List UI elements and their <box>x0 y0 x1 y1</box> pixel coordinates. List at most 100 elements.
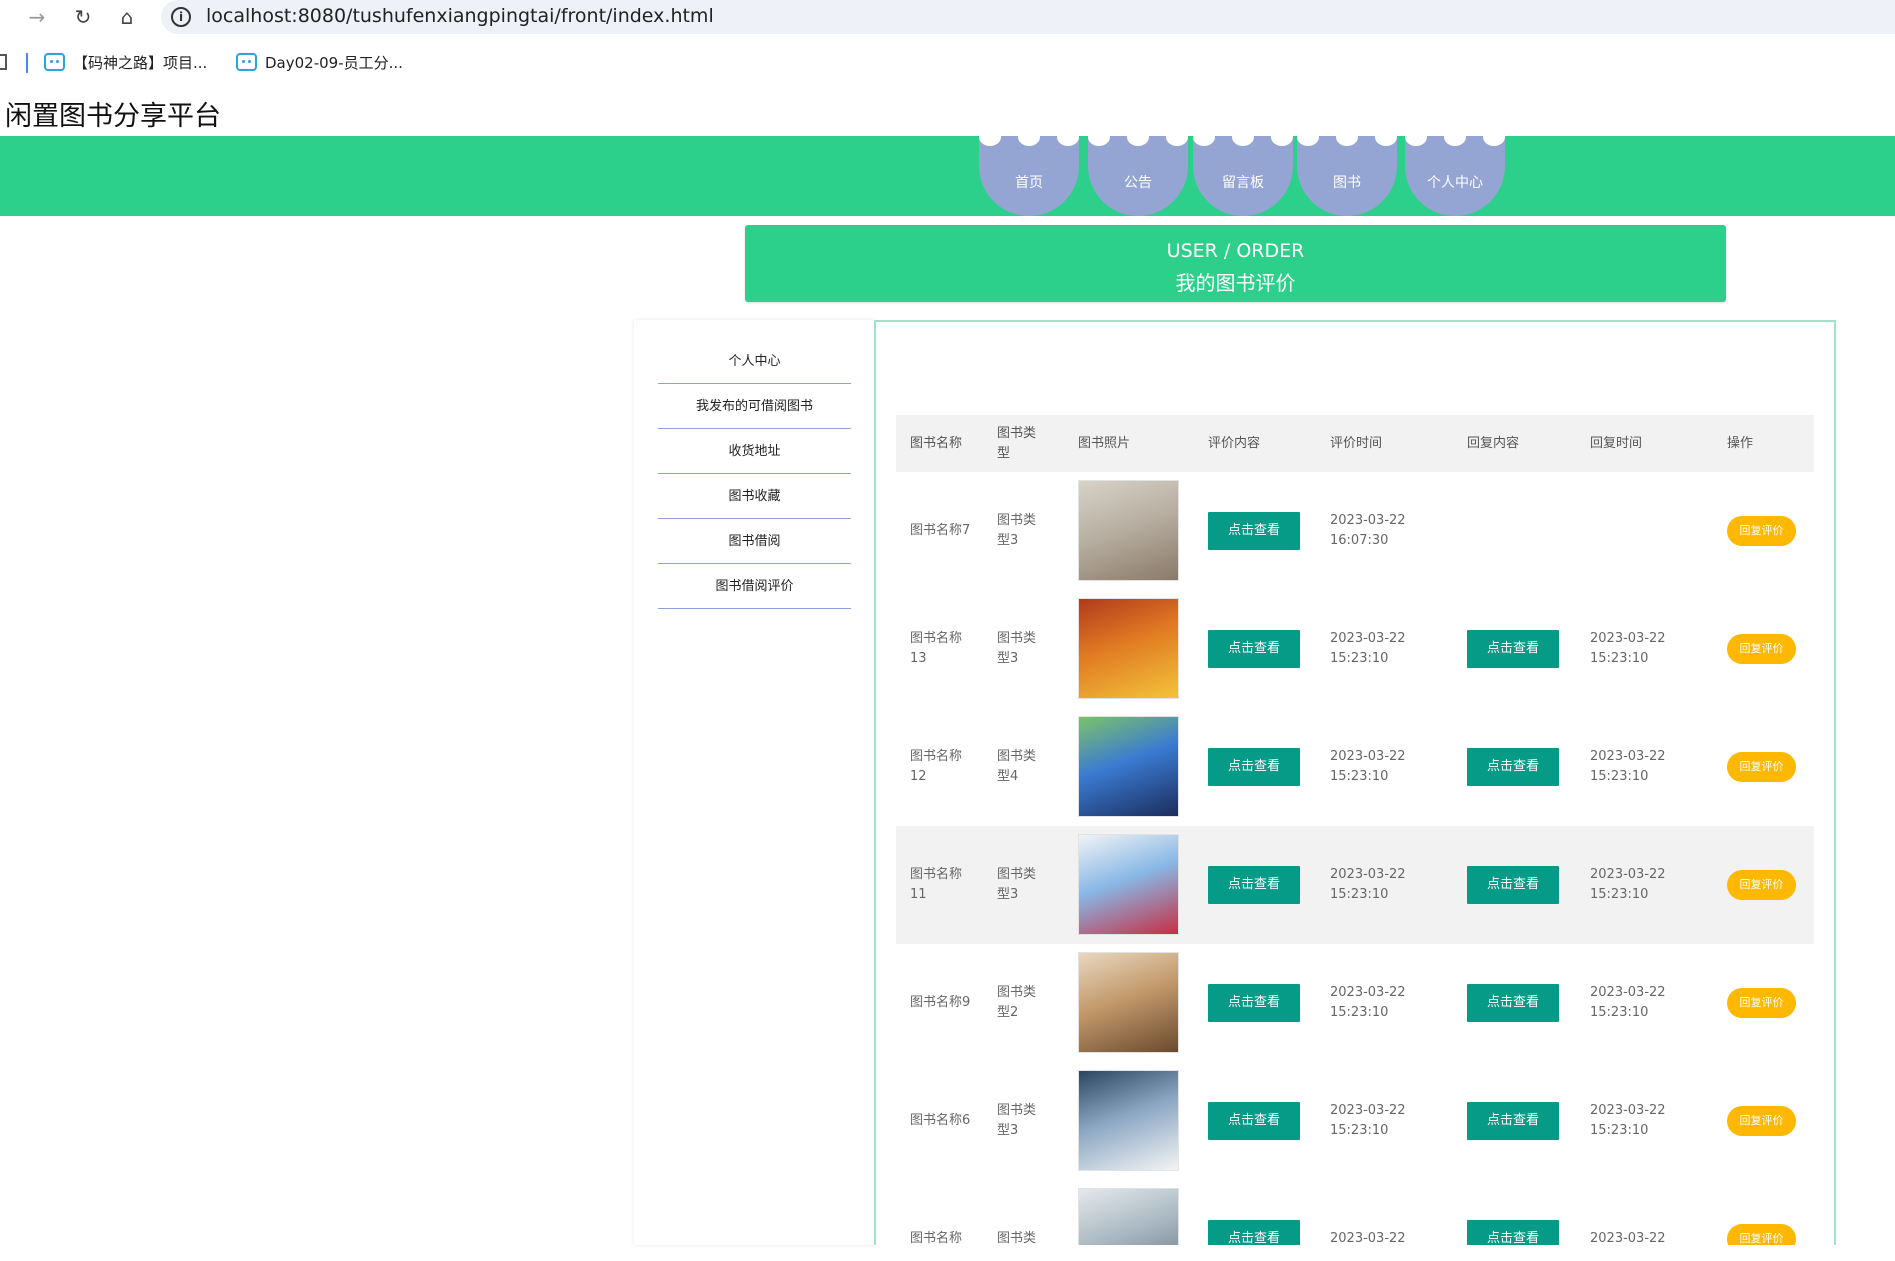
table-row: 图书名称7 图书类型3 点击查看 2023-03-22 16:07:30 回复评价 <box>896 472 1814 590</box>
view-review-button[interactable]: 点击查看 <box>1208 984 1300 1022</box>
reply-review-button[interactable]: 回复评价 <box>1727 1224 1796 1245</box>
book-name-cell: 图书名称12 <box>910 749 963 784</box>
table-row: 图书名称13 图书类型3 点击查看 2023-03-22 15:23:10 点击查看 20… <box>896 590 1814 708</box>
view-review-button[interactable]: 点击查看 <box>1208 866 1300 904</box>
bilibili-icon <box>236 53 257 71</box>
menu-scallop <box>1232 128 1254 146</box>
view-reply-button[interactable]: 点击查看 <box>1467 866 1559 904</box>
book-type-cell: 图书类型4 <box>997 749 1037 784</box>
reply-review-button[interactable]: 回复评价 <box>1727 870 1796 900</box>
book-name-cell: 图书名称7 <box>910 523 971 538</box>
menu-scallop <box>1336 128 1358 146</box>
review-panel: 图书名称 图书类型 图书照片 评价内容 评价时间 回复内容 回复时间 操作 图书… <box>874 320 1836 1245</box>
book-type-cell: 图书类型3 <box>997 513 1037 548</box>
book-type-cell: 图书类型3 <box>997 1103 1037 1138</box>
review-time-cell: 2023-03-22 15:23:10 <box>1330 631 1406 666</box>
view-review-button[interactable]: 点击查看 <box>1208 512 1300 550</box>
bookmark-label: 【码神之路】项目... <box>73 53 208 72</box>
menu-scallop <box>1088 128 1110 146</box>
apps-icon[interactable] <box>0 54 7 70</box>
reload-icon[interactable]: ↻ <box>68 2 98 32</box>
book-type-cell: 图书类型3 <box>997 867 1037 902</box>
view-review-button[interactable]: 点击查看 <box>1208 630 1300 668</box>
book-cover-image <box>1078 598 1179 699</box>
menu-scallop <box>979 128 1001 146</box>
banner-subtitle: USER / ORDER <box>1166 240 1305 262</box>
sidebar-item-favorites[interactable]: 图书收藏 <box>658 474 851 519</box>
reply-review-button[interactable]: 回复评价 <box>1727 752 1796 782</box>
review-time-cell: 2023-03-22 16:07:30 <box>1330 513 1406 548</box>
menu-scallop <box>1127 128 1149 146</box>
view-reply-button[interactable]: 点击查看 <box>1467 1220 1559 1245</box>
menu-label: 留言板 <box>1222 175 1264 191</box>
bilibili-icon <box>44 53 65 71</box>
menu-scallop <box>1166 128 1188 146</box>
sidebar-item-user-center[interactable]: 个人中心 <box>658 339 851 384</box>
view-reply-button[interactable]: 点击查看 <box>1467 630 1559 668</box>
view-reply-button[interactable]: 点击查看 <box>1467 748 1559 786</box>
book-name-cell: 图书名称13 <box>910 631 963 666</box>
menu-scallop <box>1297 128 1319 146</box>
sidebar-item-my-books[interactable]: 我发布的可借阅图书 <box>658 384 851 429</box>
book-name-cell: 图书名称6 <box>910 1113 971 1128</box>
book-name-cell: 图书名称11 <box>910 867 963 902</box>
view-reply-button[interactable]: 点击查看 <box>1467 984 1559 1022</box>
reply-time-cell: 2023-03-22 15:23:10 <box>1590 867 1666 902</box>
reply-time-cell <box>1590 472 1680 590</box>
url-text: localhost:8080/tushufenxiangpingtai/fron… <box>206 5 714 27</box>
bookmark-label: Day02-09-员工分... <box>265 53 403 72</box>
reply-review-button[interactable]: 回复评价 <box>1727 634 1796 664</box>
menu-scallop <box>1193 128 1215 146</box>
reply-review-button[interactable]: 回复评价 <box>1727 1106 1796 1136</box>
view-review-button[interactable]: 点击查看 <box>1208 748 1300 786</box>
reply-time-cell: 2023-03-22 15:23:10 <box>1590 1103 1666 1138</box>
menu-scallop <box>1057 128 1079 146</box>
reply-time-cell: 2023-03-22 15:23:10 <box>1590 749 1666 784</box>
menu-label: 图书 <box>1333 175 1361 191</box>
nav-bar <box>0 136 1895 216</box>
address-bar[interactable]: i localhost:8080/tushufenxiangpingtai/fr… <box>161 0 1895 34</box>
column-header: 图书名称 <box>910 435 963 451</box>
reply-review-button[interactable]: 回复评价 <box>1727 988 1796 1018</box>
book-name-cell: 图书名称9 <box>910 995 971 1010</box>
menu-scallop <box>1444 128 1466 146</box>
book-name-cell: 图书名称 <box>910 1231 963 1245</box>
table-row: 图书名称12 图书类型4 点击查看 2023-03-22 15:23:10 点击查看 20… <box>896 708 1814 826</box>
column-header: 评价时间 <box>1330 435 1383 451</box>
review-time-cell: 2023-03-22 15:23:10 <box>1330 1103 1406 1138</box>
menu-scallop <box>1405 128 1427 146</box>
view-review-button[interactable]: 点击查看 <box>1208 1102 1300 1140</box>
site-title: 闲置图书分享平台 <box>5 101 221 132</box>
table-row: 图书名称11 图书类型3 点击查看 2023-03-22 15:23:10 点击查看 20… <box>896 826 1814 944</box>
bookmark-item[interactable]: 【码神之路】项目... <box>44 50 207 74</box>
review-time-cell: 2023-03-22 15:23:10 <box>1330 867 1406 902</box>
sidebar-item-address[interactable]: 收货地址 <box>658 429 851 474</box>
reply-review-button[interactable]: 回复评价 <box>1727 516 1796 546</box>
book-type-cell: 图书类型2 <box>997 985 1037 1020</box>
table-row: 图书名称 图书类 点击查看 2023-03-22 点击查看 2023-03-22 回复评价 <box>896 1180 1814 1245</box>
site-info-icon[interactable]: i <box>171 7 191 27</box>
table-header: 图书名称 图书类型 图书照片 评价内容 评价时间 回复内容 回复时间 操作 <box>896 415 1814 472</box>
bookmark-item[interactable]: Day02-09-员工分... <box>236 50 403 74</box>
forward-icon[interactable]: → <box>22 2 52 32</box>
menu-scallop <box>1483 128 1505 146</box>
menu-label: 个人中心 <box>1427 175 1483 191</box>
book-cover-image <box>1078 1070 1179 1171</box>
column-header: 回复内容 <box>1467 435 1520 451</box>
book-cover-image <box>1078 716 1179 817</box>
sidebar-item-borrow[interactable]: 图书借阅 <box>658 519 851 564</box>
banner-title: 我的图书评价 <box>1175 271 1296 295</box>
home-icon[interactable]: ⌂ <box>112 2 142 32</box>
view-reply-button[interactable]: 点击查看 <box>1467 1102 1559 1140</box>
menu-scallop <box>1018 128 1040 146</box>
reply-time-cell: 2023-03-22 15:23:10 <box>1590 631 1666 666</box>
book-cover-image <box>1078 834 1179 935</box>
column-header: 评价内容 <box>1208 435 1261 451</box>
sidebar: 个人中心 我发布的可借阅图书 收货地址 图书收藏 图书借阅 图书借阅评价 <box>634 320 874 1245</box>
bookmarks-bar: 【码神之路】项目... Day02-09-员工分... <box>0 44 1895 80</box>
book-cover-image <box>1078 952 1179 1053</box>
book-type-cell: 图书类 <box>997 1231 1037 1245</box>
sidebar-item-borrow-review[interactable]: 图书借阅评价 <box>658 564 851 609</box>
view-review-button[interactable]: 点击查看 <box>1208 1220 1300 1245</box>
column-header: 图书类型 <box>997 425 1037 461</box>
